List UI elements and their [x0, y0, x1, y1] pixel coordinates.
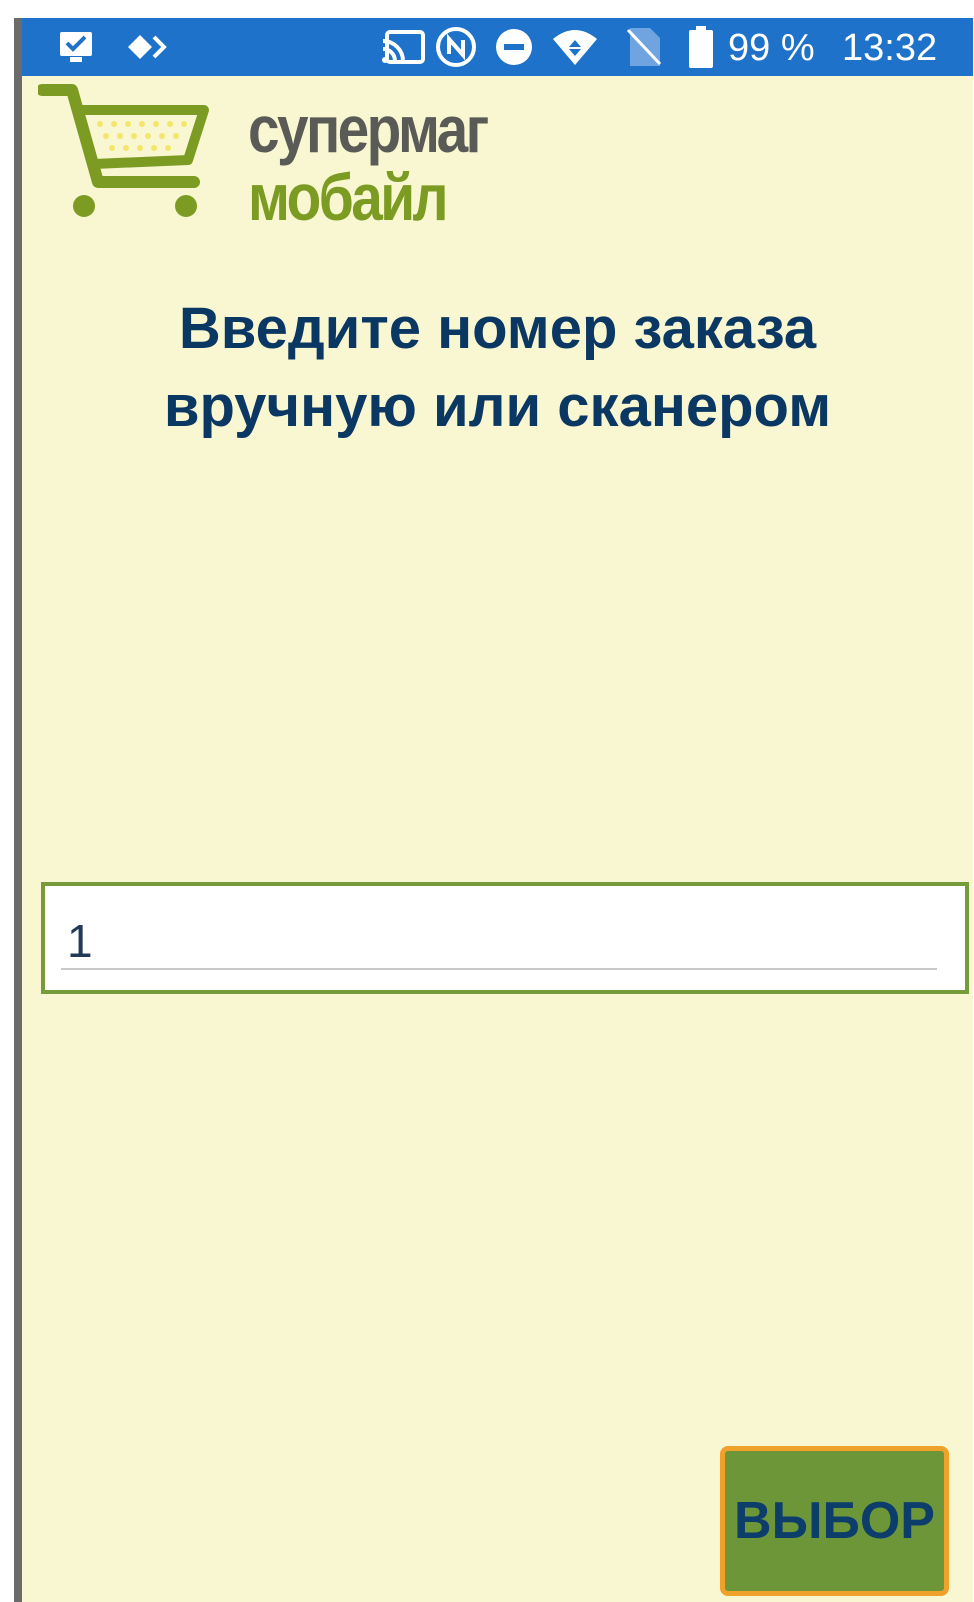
wifi-icon	[550, 18, 600, 76]
order-number-field-container	[41, 882, 969, 994]
logo-text-line1: супермаг	[248, 92, 489, 166]
shopping-cart-icon	[38, 84, 209, 217]
device-frame: 99 % 13:32 супермаг мобайл Введите номер…	[0, 0, 974, 1602]
battery-percentage: 99 %	[728, 27, 815, 69]
no-sim-icon	[622, 18, 666, 76]
choose-button[interactable]: ВЫБОР	[720, 1446, 949, 1596]
logo-text-line2: мобайл	[248, 160, 449, 234]
cast-icon	[380, 18, 428, 76]
order-number-input[interactable]	[61, 908, 937, 970]
device-bezel-edge	[14, 18, 22, 1602]
instruction-heading: Введите номер заказа вручную или сканеро…	[22, 290, 973, 446]
code-diamond-icon	[126, 18, 170, 76]
status-bar: 99 % 13:32	[22, 18, 973, 76]
do-not-disturb-icon	[492, 18, 536, 76]
battery-icon	[686, 18, 716, 76]
instruction-line1: Введите номер заказа	[178, 296, 817, 361]
nfc-icon	[434, 18, 478, 76]
screenshot-notification-icon	[56, 18, 96, 76]
instruction-line2: вручную или сканером	[163, 374, 832, 439]
app-logo: супермаг мобайл	[38, 84, 528, 244]
app-screen: 99 % 13:32 супермаг мобайл Введите номер…	[22, 18, 973, 1602]
clock: 13:32	[842, 27, 938, 69]
